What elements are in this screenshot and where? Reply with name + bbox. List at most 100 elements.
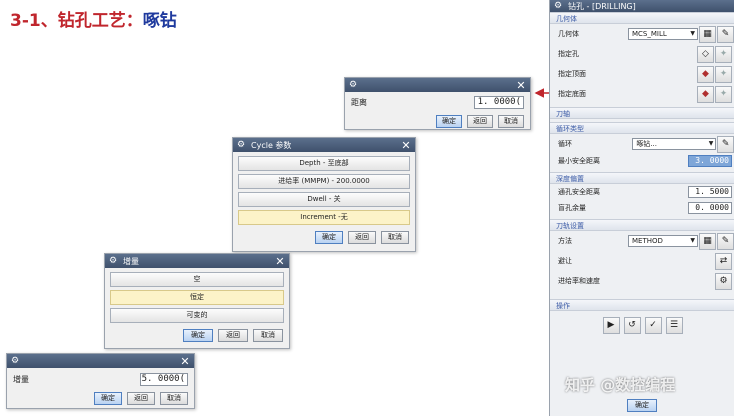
drilling-panel-title: 钻孔 - [DRILLING] (568, 1, 636, 11)
specify-holes-row: 指定孔 ◇ ✦ (550, 44, 734, 64)
close-icon[interactable]: ✕ (401, 140, 411, 151)
ok-button[interactable]: 确定 (436, 115, 462, 128)
specify-top-row: 指定顶面 ◆ ✦ (550, 64, 734, 84)
slide-title: 3-1、钻孔工艺：啄钻 (10, 6, 177, 31)
step-dialog: ⚙ ✕ 增量 5. 0000( 确定 返回 取消 (6, 353, 195, 409)
geometry-row: 几何体 MCS_MILL ▼ ▦ ✎ (550, 24, 734, 44)
section-tool-axis[interactable]: 刀轴 (550, 107, 734, 119)
gear-icon: ⚙ (11, 355, 20, 366)
slide-title-main: 3-1、钻孔工艺： (10, 11, 143, 31)
select-top-face-icon[interactable]: ◆ (697, 65, 714, 83)
back-button[interactable]: 返回 (127, 392, 155, 405)
section-actions[interactable]: 操作 (550, 299, 734, 311)
close-icon[interactable]: ✕ (516, 80, 526, 91)
new-method-icon[interactable]: ▦ (699, 232, 716, 250)
feeds-speeds-label: 进给率和速度 (558, 277, 600, 285)
step-dialog-titlebar: ⚙ ✕ (7, 354, 194, 368)
watermark: 知乎 @数控编程 (565, 376, 676, 394)
section-path-settings[interactable]: 刀轨设置 (550, 219, 734, 231)
geometry-select[interactable]: MCS_MILL ▼ (628, 28, 698, 40)
cycle-option-depth[interactable]: Depth - 至底部 (238, 156, 410, 171)
distance-label: 距离 (351, 98, 367, 107)
cycle-select[interactable]: 啄钻... ▼ (632, 138, 717, 150)
blind-stock-row: 盲孔余量 0. 0000 (550, 200, 734, 216)
distance-dialog: ⚙ ✕ 距离 1. 0000( 确定 返回 取消 (344, 77, 531, 130)
gear-icon: ⚙ (554, 0, 563, 11)
display-icon[interactable]: ✦ (715, 65, 732, 83)
select-holes-icon[interactable]: ◇ (697, 45, 714, 63)
step-label: 增量 (13, 375, 29, 384)
avoidance-row: 避让 ⇄ (550, 251, 734, 271)
specify-holes-label: 指定孔 (558, 50, 579, 58)
through-clearance-label: 通孔安全距离 (558, 188, 600, 196)
cycle-label: 循环 (558, 140, 572, 148)
feeds-speeds-row: 进给率和速度 ⚙ (550, 271, 734, 291)
gear-icon: ⚙ (237, 139, 246, 150)
generate-icon[interactable]: ▶ (602, 317, 620, 334)
verify-icon[interactable]: ✓ (644, 317, 662, 334)
cycle-option-dwell[interactable]: Dwell - 关 (238, 192, 410, 207)
back-button[interactable]: 返回 (348, 231, 376, 244)
increment-dialog: ⚙ 增量 ✕ 空 恒定 可变的 确定 返回 取消 (104, 253, 290, 349)
section-depth-offsets[interactable]: 深度偏置 (550, 172, 734, 184)
blind-stock-label: 盲孔余量 (558, 204, 586, 212)
increment-dialog-title: 增量 (123, 256, 139, 266)
ok-button[interactable]: 确定 (94, 392, 122, 405)
display-icon[interactable]: ✦ (715, 85, 732, 103)
cycle-option-increment[interactable]: Increment -无 (238, 210, 410, 225)
min-clearance-label: 最小安全距离 (558, 157, 600, 165)
distance-dialog-titlebar: ⚙ ✕ (345, 78, 530, 92)
specify-bottom-row: 指定底面 ◆ ✦ (550, 84, 734, 104)
gear-icon: ⚙ (349, 79, 358, 90)
method-row: 方法 METHOD ▼ ▦ ✎ (550, 231, 734, 251)
method-label: 方法 (558, 237, 572, 245)
min-clearance-row: 最小安全距离 3. 0000 (550, 154, 734, 168)
distance-input[interactable]: 1. 0000( (474, 96, 524, 109)
feeds-speeds-icon[interactable]: ⚙ (715, 272, 732, 290)
display-icon[interactable]: ✦ (715, 45, 732, 63)
cycle-params-dialog: ⚙ Cycle 参数 ✕ Depth - 至底部 进给率 (MMPM) - 20… (232, 137, 416, 252)
gear-icon: ⚙ (109, 255, 118, 266)
cancel-button[interactable]: 取消 (498, 115, 524, 128)
method-select[interactable]: METHOD ▼ (628, 235, 698, 247)
ok-button[interactable]: 确定 (627, 399, 657, 412)
cancel-button[interactable]: 取消 (253, 329, 283, 342)
step-input[interactable]: 5. 0000( (140, 373, 188, 386)
ok-button[interactable]: 确定 (183, 329, 213, 342)
increment-option-constant[interactable]: 恒定 (110, 290, 284, 305)
back-button[interactable]: 返回 (467, 115, 493, 128)
drilling-panel-titlebar: ⚙ 钻孔 - [DRILLING] (550, 0, 734, 12)
through-clearance-input[interactable]: 1. 5000 (688, 186, 732, 198)
cancel-button[interactable]: 取消 (160, 392, 188, 405)
specify-top-label: 指定顶面 (558, 70, 586, 78)
avoidance-label: 避让 (558, 257, 572, 265)
cycle-option-feedrate[interactable]: 进给率 (MMPM) - 200.0000 (238, 174, 410, 189)
cycle-dialog-titlebar: ⚙ Cycle 参数 ✕ (233, 138, 415, 152)
geometry-label: 几何体 (558, 30, 579, 38)
blind-stock-input[interactable]: 0. 0000 (688, 202, 732, 214)
increment-option-none[interactable]: 空 (110, 272, 284, 287)
increment-option-variable[interactable]: 可变的 (110, 308, 284, 323)
slide-title-sub: 啄钻 (142, 11, 177, 31)
edit-geometry-icon[interactable]: ✎ (717, 25, 734, 43)
through-clearance-row: 通孔安全距离 1. 5000 (550, 184, 734, 200)
list-icon[interactable]: ☰ (665, 317, 683, 334)
cycle-dialog-title: Cycle 参数 (251, 140, 292, 150)
section-geometry[interactable]: 几何体 (550, 12, 734, 24)
edit-method-icon[interactable]: ✎ (717, 232, 734, 250)
cancel-button[interactable]: 取消 (381, 231, 409, 244)
min-clearance-input[interactable]: 3. 0000 (688, 155, 732, 167)
replay-icon[interactable]: ↺ (623, 317, 641, 334)
avoidance-icon[interactable]: ⇄ (715, 252, 732, 270)
ok-button[interactable]: 确定 (315, 231, 343, 244)
increment-dialog-titlebar: ⚙ 增量 ✕ (105, 254, 289, 268)
edit-cycle-icon[interactable]: ✎ (717, 135, 734, 153)
specify-bottom-label: 指定底面 (558, 90, 586, 98)
select-bottom-face-icon[interactable]: ◆ (697, 85, 714, 103)
drilling-panel: ⚙ 钻孔 - [DRILLING] 几何体 几何体 MCS_MILL ▼ ▦ ✎ … (549, 0, 734, 416)
section-cycle-type[interactable]: 循环类型 (550, 122, 734, 134)
back-button[interactable]: 返回 (218, 329, 248, 342)
close-icon[interactable]: ✕ (275, 256, 285, 267)
close-icon[interactable]: ✕ (180, 356, 190, 367)
new-geometry-icon[interactable]: ▦ (699, 25, 716, 43)
